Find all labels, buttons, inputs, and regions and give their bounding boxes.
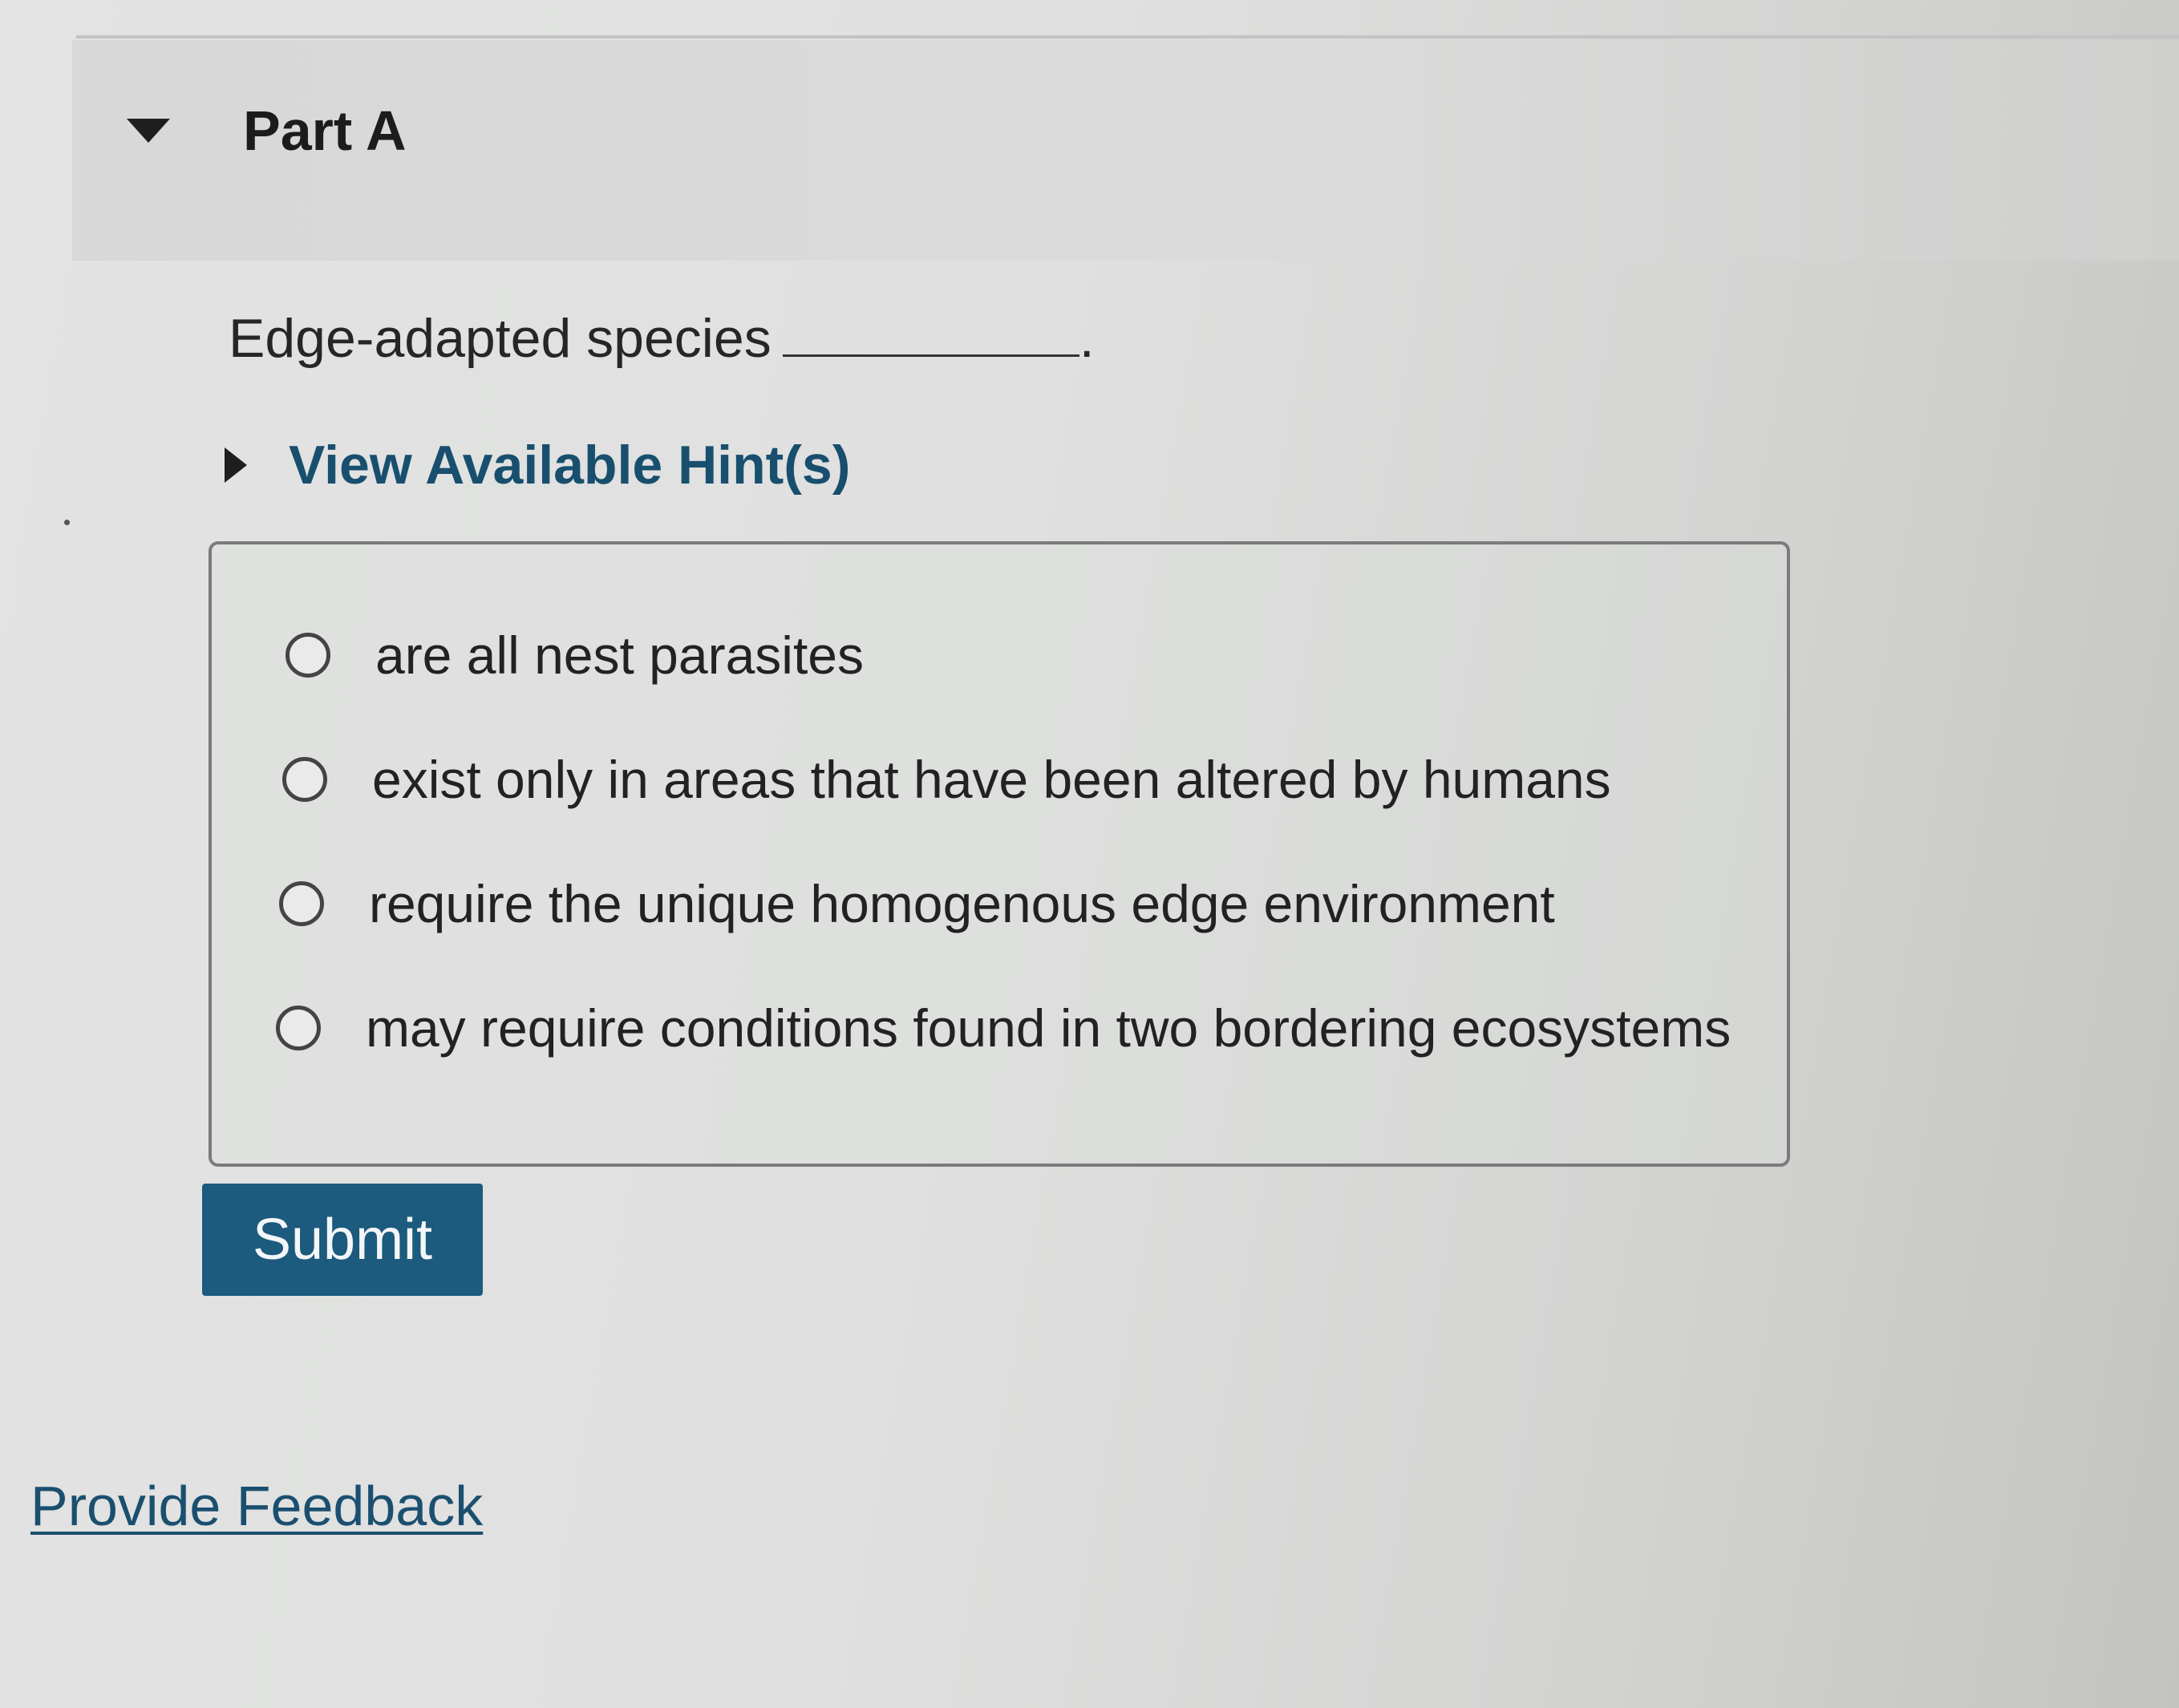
provide-feedback-link[interactable]: Provide Feedback: [30, 1474, 483, 1538]
option-label: are all nest parasites: [375, 625, 864, 685]
answer-blank: [782, 314, 1079, 357]
top-divider: [76, 35, 2179, 38]
answer-option-2[interactable]: exist only in areas that have been alter…: [282, 749, 1611, 810]
answer-option-4[interactable]: may require conditions found in two bord…: [276, 998, 1731, 1058]
triangle-down-icon: [127, 119, 170, 143]
submit-button[interactable]: Submit: [202, 1184, 483, 1296]
option-label: require the unique homogenous edge envir…: [369, 874, 1555, 933]
question-prompt: Edge-adapted species.: [229, 311, 1095, 366]
triangle-right-icon: [225, 447, 247, 483]
view-hints-toggle[interactable]: View Available Hint(s): [225, 433, 850, 497]
radio-button[interactable]: [286, 633, 330, 678]
answer-option-1[interactable]: are all nest parasites: [286, 625, 864, 686]
option-label: may require conditions found in two bord…: [366, 998, 1731, 1058]
part-collapse-toggle[interactable]: [127, 119, 175, 151]
part-title: Part A: [243, 99, 407, 162]
question-text: Edge-adapted species: [229, 308, 772, 369]
answer-option-3[interactable]: require the unique homogenous edge envir…: [279, 873, 1555, 934]
view-hints-label: View Available Hint(s): [289, 435, 851, 496]
radio-button[interactable]: [276, 1006, 321, 1050]
radio-button[interactable]: [282, 757, 327, 802]
option-label: exist only in areas that have been alter…: [372, 750, 1611, 809]
radio-button[interactable]: [279, 881, 324, 926]
answer-options-box: are all nest parasites exist only in are…: [209, 541, 1790, 1167]
stray-dot: [64, 520, 70, 525]
question-period: .: [1079, 308, 1095, 369]
